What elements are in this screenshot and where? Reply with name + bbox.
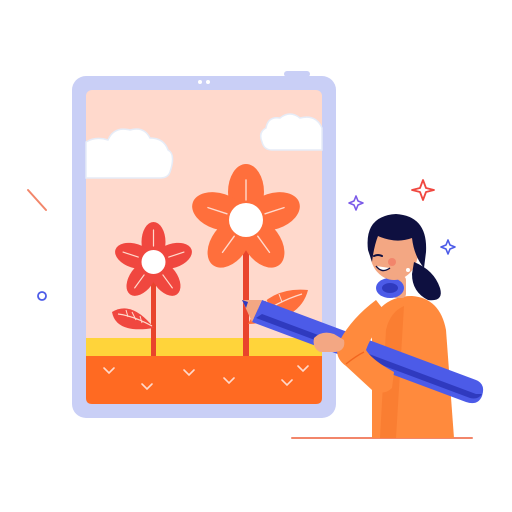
cloud-icon xyxy=(259,113,323,151)
headband-inner xyxy=(382,283,398,293)
person-cheek xyxy=(388,258,396,266)
sparkle-icon xyxy=(348,195,364,211)
ground-orange xyxy=(86,356,322,404)
tablet-side-button xyxy=(284,71,310,77)
accent-dash-line xyxy=(27,189,47,211)
accent-ring-circle xyxy=(37,291,47,301)
tablet-camera xyxy=(206,80,210,84)
tablet-camera xyxy=(198,80,202,84)
illustration-canvas xyxy=(0,0,512,512)
person-ear xyxy=(403,255,413,269)
person-eye xyxy=(373,254,383,257)
person-ponytail xyxy=(412,262,441,301)
flower-center xyxy=(141,250,166,274)
tablet-icon xyxy=(72,71,336,418)
earring-icon xyxy=(406,268,410,272)
sparkle-icon xyxy=(411,179,435,201)
illustration-svg xyxy=(27,71,484,439)
sparkle-icon xyxy=(440,239,456,255)
ground-yellow xyxy=(86,338,322,356)
flower-center xyxy=(229,203,263,237)
